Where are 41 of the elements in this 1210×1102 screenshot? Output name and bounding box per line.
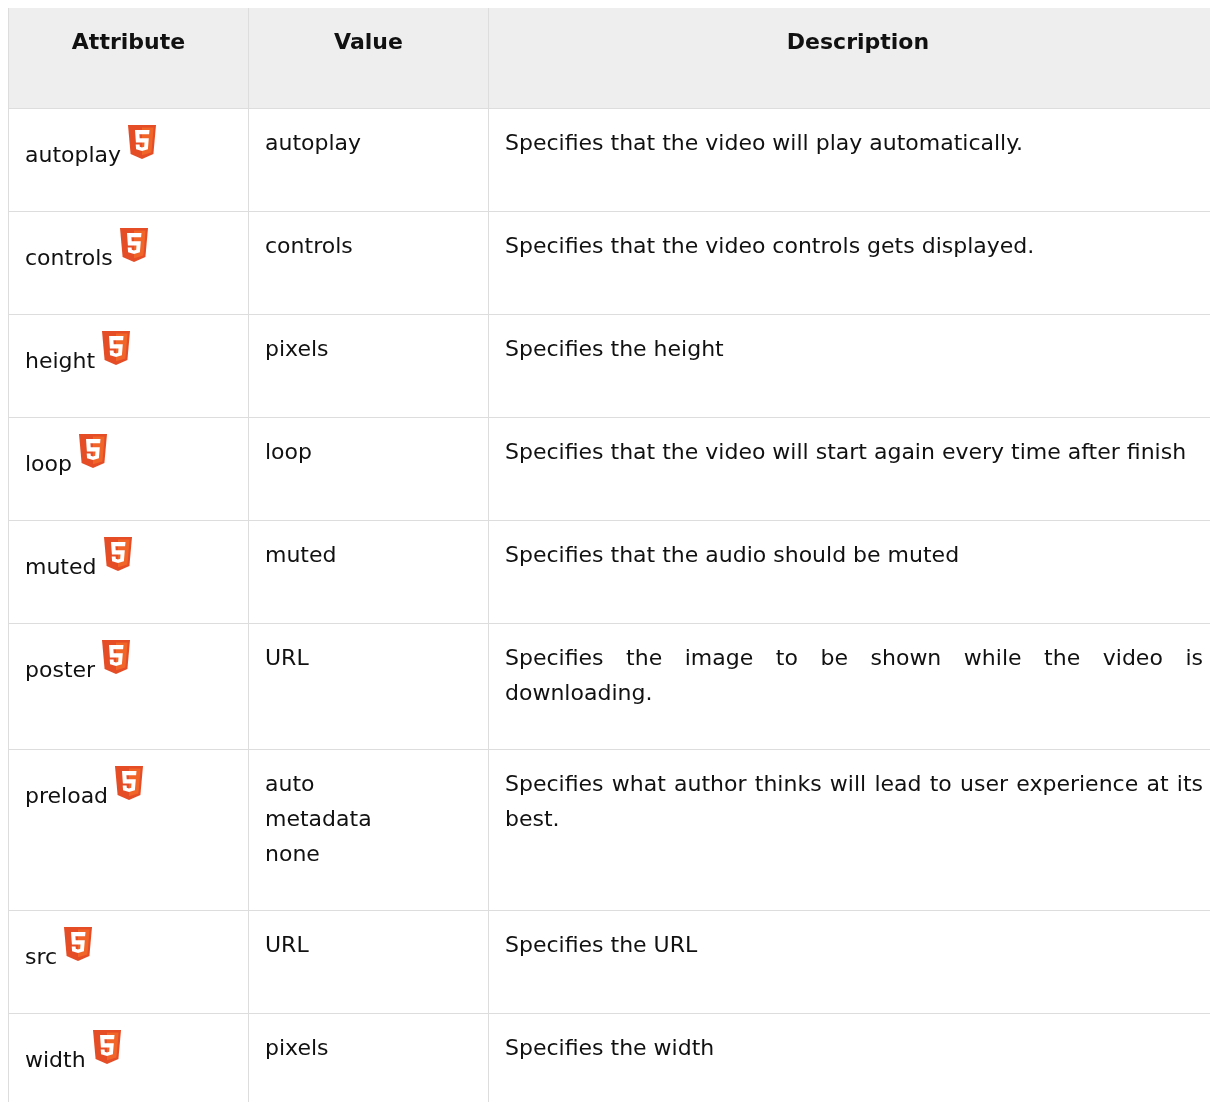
value-text: URL xyxy=(265,643,310,672)
attribute-name: preload xyxy=(25,781,109,810)
column-header: Description xyxy=(488,8,1210,108)
value-text: none xyxy=(265,839,321,868)
attribute-name: autoplay xyxy=(25,140,122,169)
description-text: Specifies what author thinks will lead to user experience at its best. xyxy=(505,769,1203,833)
html5-shield-icon xyxy=(127,124,158,159)
description-text: Specifies that the video will play automatically. xyxy=(505,128,1025,157)
value-text: muted xyxy=(265,540,338,569)
value-text: metadata xyxy=(265,804,373,833)
attribute-name: poster xyxy=(25,655,96,684)
description-text: Specifies the width xyxy=(505,1033,716,1062)
description-text: Specifies the image to be shown while the video is downloading. xyxy=(505,643,1203,707)
html5-shield-icon xyxy=(118,227,149,262)
html5-shield-icon xyxy=(101,330,132,365)
description-text: Specifies that the video will start again every time after finish xyxy=(505,437,1188,466)
description-text: Specifies that the video controls gets displayed. xyxy=(505,231,1036,260)
value-text: pixels xyxy=(265,1033,330,1062)
attribute-name: loop xyxy=(25,449,72,478)
column-header: Value xyxy=(248,8,489,108)
value-text: controls xyxy=(265,231,354,260)
html5-shield-icon xyxy=(114,765,145,800)
value-text: URL xyxy=(265,930,310,959)
html5-shield-icon xyxy=(91,1029,122,1064)
description-text: Specifies that the audio should be muted xyxy=(505,540,961,569)
html5-shield-icon xyxy=(78,433,108,468)
html5-shield-icon xyxy=(63,926,94,961)
value-text: autoplay xyxy=(265,128,363,157)
html5-shield-icon xyxy=(101,639,132,674)
html5-shield-icon xyxy=(102,536,133,571)
description-text: Specifies the height xyxy=(505,334,725,363)
attribute-name: width xyxy=(25,1045,86,1074)
attribute-name: src xyxy=(25,942,58,971)
column-header: Attribute xyxy=(8,8,249,108)
attribute-name: height xyxy=(25,346,96,375)
value-text: pixels xyxy=(265,334,330,363)
attribute-name: muted xyxy=(25,552,97,581)
value-text: auto xyxy=(265,769,316,798)
attribute-name: controls xyxy=(25,243,113,272)
value-text: loop xyxy=(265,437,313,466)
description-text: Specifies the URL xyxy=(505,930,699,959)
